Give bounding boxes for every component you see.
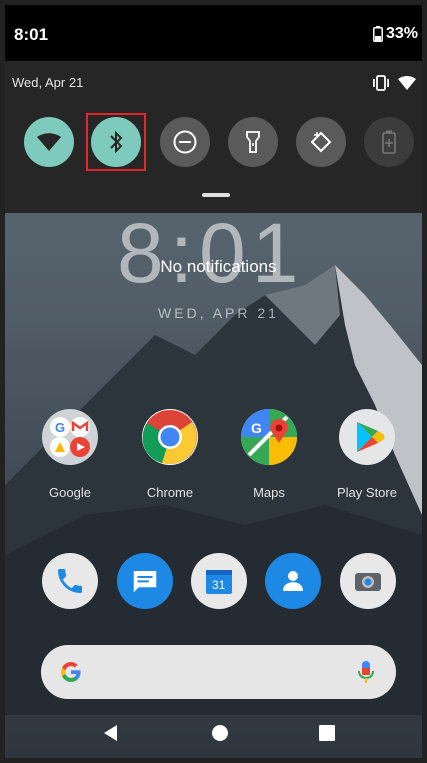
dock-calendar[interactable]: 31: [191, 553, 247, 609]
quick-settings-panel: Wed, Apr 21: [5, 61, 422, 213]
qs-drag-handle[interactable]: [202, 193, 230, 197]
status-time: 8:01: [14, 25, 49, 44]
app-label: Maps: [253, 485, 285, 500]
tile-do-not-disturb[interactable]: [160, 117, 210, 167]
home-screen: 8:01 No notifications WED, APR 21 G Goog…: [5, 5, 422, 758]
svg-text:31: 31: [212, 578, 226, 592]
bluetooth-highlight-box: [86, 113, 146, 171]
messages-icon: [133, 571, 157, 593]
app-play-store[interactable]: Play Store: [332, 409, 402, 500]
qs-date: Wed, Apr 21: [12, 75, 84, 90]
google-folder-icon: G: [42, 409, 98, 465]
battery-indicator: 33%: [373, 25, 418, 43]
google-logo-icon: [61, 662, 81, 682]
chrome-icon: [142, 409, 198, 465]
camera-icon: [355, 573, 381, 591]
no-notifications-text: No notifications: [160, 257, 277, 276]
maps-icon: G: [241, 409, 297, 465]
tile-auto-rotate[interactable]: [296, 117, 346, 167]
home-icon[interactable]: [210, 723, 230, 743]
qs-status-icons: [372, 75, 416, 91]
dock-camera[interactable]: [340, 553, 396, 609]
svg-text:G: G: [55, 420, 65, 435]
tile-battery-saver[interactable]: [364, 117, 414, 167]
dock-messages[interactable]: [117, 553, 173, 609]
wifi-icon: [37, 133, 61, 151]
app-google-folder[interactable]: G Google: [35, 409, 105, 500]
status-bar: 8:01 33%: [5, 5, 422, 61]
google-search-bar[interactable]: [41, 645, 396, 699]
battery-icon: [373, 26, 383, 42]
app-maps[interactable]: G Maps: [234, 409, 304, 500]
recents-icon[interactable]: [317, 723, 337, 743]
contacts-icon: [283, 571, 303, 591]
dock-phone[interactable]: [42, 553, 98, 609]
back-icon[interactable]: [101, 723, 121, 743]
calendar-icon: 31: [206, 570, 232, 594]
tile-flashlight[interactable]: [228, 117, 278, 167]
dock-contacts[interactable]: [265, 553, 321, 609]
battery-percent: 33%: [385, 25, 418, 42]
lockscreen-date: WED, APR 21: [158, 305, 279, 321]
app-chrome[interactable]: Chrome: [135, 409, 205, 500]
app-label: Chrome: [146, 485, 194, 500]
wifi-status-icon: [398, 76, 416, 90]
tile-wifi[interactable]: [24, 117, 74, 167]
app-label: Play Store: [337, 485, 397, 500]
lockscreen-clock: 8:01: [117, 206, 305, 300]
vibrate-icon: [373, 75, 389, 91]
app-label: Google: [49, 485, 91, 500]
rotate-icon: [310, 131, 332, 153]
flashlight-icon: [246, 131, 260, 153]
battery-saver-icon: [382, 130, 396, 154]
play-store-icon: [339, 409, 395, 465]
dnd-icon: [173, 130, 197, 154]
svg-text:G: G: [251, 420, 262, 436]
mic-icon[interactable]: [356, 659, 376, 685]
phone-icon: [58, 569, 82, 593]
